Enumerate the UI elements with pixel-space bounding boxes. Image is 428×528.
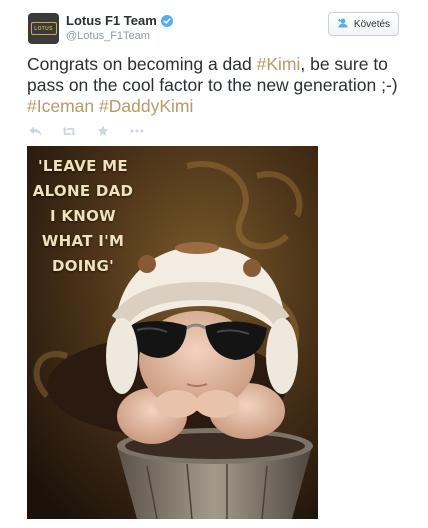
caption-line: WHAT I'M (41, 232, 125, 250)
caption-line: 'LEAVE ME (38, 157, 128, 175)
tweet-card: LOTUS Lotus F1 Team @Lotus_F1Team Követé… (0, 0, 428, 528)
tweet-actions (28, 124, 164, 138)
hashtag-link[interactable]: #Kimi (257, 54, 301, 74)
name-row: Lotus F1 Team (66, 13, 173, 28)
reply-icon[interactable] (28, 124, 42, 138)
tweet-text: Congrats on becoming a dad #Kimi, be sur… (27, 54, 407, 117)
caption-line: I KNOW (49, 207, 117, 225)
handle[interactable]: @Lotus_F1Team (66, 30, 150, 42)
avatar-logo-text: LOTUS (34, 25, 53, 32)
display-name[interactable]: Lotus F1 Team (66, 13, 157, 28)
avatar[interactable]: LOTUS (28, 13, 59, 44)
follow-person-icon (337, 18, 349, 31)
verified-badge-icon (160, 14, 173, 27)
retweet-icon[interactable] (62, 124, 76, 138)
hashtag-link[interactable]: #Iceman (27, 96, 94, 116)
photo-caption: 'LEAVE ME ALONE DAD I KNOW WHAT I'M DOIN… (27, 154, 139, 279)
follow-button[interactable]: Követés (328, 12, 399, 36)
caption-line: DOING' (51, 257, 115, 275)
hashtag-link[interactable]: #DaddyKimi (99, 96, 193, 116)
tweet-photo[interactable]: 'LEAVE ME ALONE DAD I KNOW WHAT I'M DOIN… (27, 146, 318, 519)
tweet-text-segment: Congrats on becoming a dad (27, 54, 257, 74)
caption-line: ALONE DAD (32, 182, 134, 200)
lotus-logo: LOTUS (30, 22, 57, 35)
follow-button-label: Követés (353, 18, 391, 30)
more-icon[interactable] (130, 124, 144, 138)
favorite-icon[interactable] (96, 124, 110, 138)
